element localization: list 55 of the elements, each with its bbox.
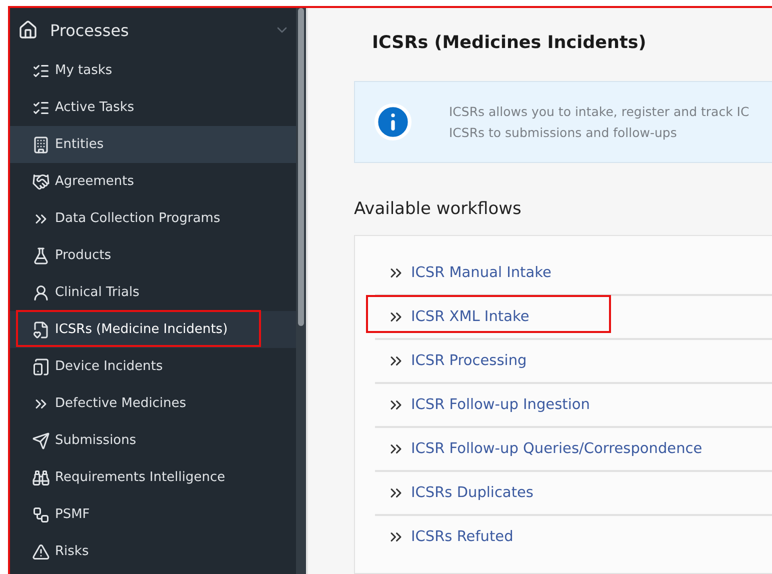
scrollbar-thumb[interactable] [298,8,304,326]
item-label: Clinical Trials [55,285,140,300]
sidebar-item[interactable]: Requirements Intelligence [10,459,296,496]
item-label: Device Incidents [55,359,163,374]
binoculars-icon [32,468,50,486]
sidebar-item[interactable]: Agreements [10,163,296,200]
sidebar-item[interactable]: Defective Medicines [10,385,296,422]
item-label: My tasks [55,63,112,78]
section-heading: Available workflows [354,199,522,219]
page-title: ICSRs (Medicines Incidents) [372,33,648,53]
sidebar-header[interactable]: Processes [10,8,296,52]
sidebar-item[interactable]: My tasks [10,52,296,89]
warning-icon [32,542,50,560]
section-title: Processes [50,20,130,40]
item-label: Entities [55,137,104,152]
item-label: Agreements [55,174,134,189]
item-label: Products [55,248,112,263]
item-label: ICSRs (Medicine Incidents) [55,322,228,337]
document-icon [32,320,50,338]
workflow-link[interactable]: ICSRs Refuted [411,529,514,545]
building-icon [32,136,50,154]
item-label: Requirements Intelligence [55,470,226,485]
sidebar-item[interactable]: Risks [10,533,296,570]
sidebar-item[interactable]: ICSRs (Medicine Incidents) [10,311,296,348]
workflow-link[interactable]: ICSR XML Intake [411,309,530,325]
workflow-link[interactable]: ICSR Follow-up Ingestion [411,397,590,413]
info-icon [373,102,413,142]
info-text: ICSRs allows you to intake, register and track IC [449,103,750,121]
sidebar-item[interactable]: PSMF [10,496,296,533]
workflow-link[interactable]: ICSR Processing [411,353,527,369]
sidebar-item[interactable]: Device Incidents [10,348,296,385]
item-label: Defective Medicines [55,396,186,411]
item-label: Submissions [55,433,136,448]
flask-icon [32,246,50,264]
item-label: Data Collection Programs [55,211,220,226]
info-text: ICSRs to submissions and follow-ups [449,124,678,142]
workflow-link[interactable]: ICSR Manual Intake [411,265,552,281]
workflow-link[interactable]: ICSR Follow-up Queries/Correspondence [411,441,702,457]
sidebar-item[interactable]: Clinical Trials [10,274,296,311]
workflow-link[interactable]: ICSRs Duplicates [411,485,534,501]
sidebar-item[interactable]: Products [10,237,296,274]
item-label: PSMF [55,507,90,522]
item-label: Active Tasks [55,100,134,115]
scrollbar[interactable] [296,8,306,574]
sidebar-item[interactable]: Active Tasks [10,89,296,126]
sidebar-item[interactable]: Entities [10,126,296,163]
home-icon [18,20,38,40]
send-icon [32,432,50,450]
network-icon [32,506,50,524]
person-icon [32,284,50,302]
tablet-icon [32,358,50,376]
handshake-icon [32,172,50,190]
item-label: Risks [55,544,89,559]
sidebar-item[interactable]: Data Collection Programs [10,200,296,237]
sidebar-item[interactable]: Submissions [10,422,296,459]
